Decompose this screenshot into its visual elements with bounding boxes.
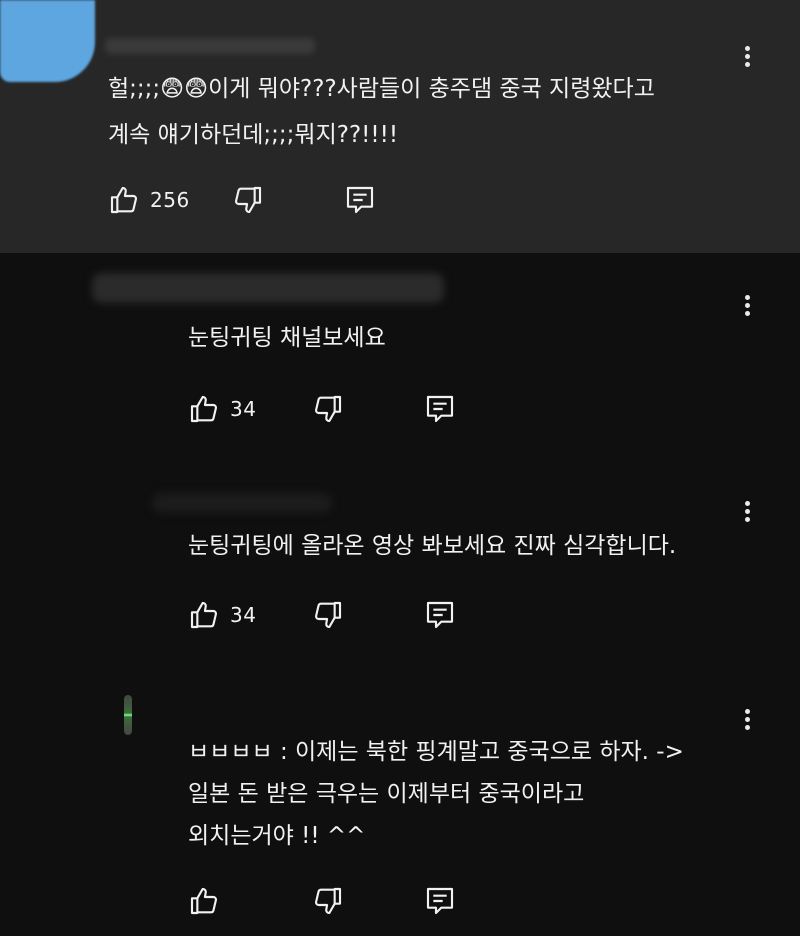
comment-item: 눈팅귀팅에 올라온 영상 봐보세요 진짜 심각합니다. 34 bbox=[0, 465, 800, 675]
thumbs-down-icon bbox=[314, 887, 342, 915]
comment-text: 눈팅귀팅에 올라온 영상 봐보세요 진짜 심각합니다. bbox=[188, 533, 677, 559]
more-options-button[interactable] bbox=[738, 293, 756, 323]
comment-item: ㅂㅂㅂㅂ : 이제는 북한 핑계말고 중국으로 하자. -> 일본 돈 받은 극… bbox=[0, 675, 800, 936]
dislike-button[interactable] bbox=[312, 393, 344, 425]
thumbs-down-icon bbox=[314, 601, 342, 629]
like-count: 34 bbox=[230, 397, 257, 421]
reply-button[interactable] bbox=[424, 599, 456, 631]
thumbs-up-icon bbox=[190, 601, 218, 629]
like-button[interactable] bbox=[188, 885, 230, 917]
thumbs-down-icon bbox=[314, 395, 342, 423]
thumbs-up-icon bbox=[190, 395, 218, 423]
comment-text: 헐;;;;😨😨이게 뭐야???사람들이 충주댐 중국 지령왔다고 계속 얘기하던… bbox=[108, 76, 655, 148]
dislike-button[interactable] bbox=[232, 184, 264, 216]
reply-button[interactable] bbox=[344, 184, 376, 216]
thumbs-up-icon bbox=[110, 186, 138, 214]
dislike-button[interactable] bbox=[312, 599, 344, 631]
like-button[interactable]: 256 bbox=[108, 184, 190, 216]
comment-item: 눈팅귀팅 채널보세요 34 bbox=[0, 253, 800, 465]
like-button[interactable]: 34 bbox=[188, 599, 256, 631]
comment-text: 눈팅귀팅 채널보세요 bbox=[188, 325, 386, 351]
redacted-avatar bbox=[0, 0, 95, 82]
reply-comment-icon bbox=[346, 186, 374, 214]
more-options-button[interactable] bbox=[738, 707, 756, 737]
reply-button[interactable] bbox=[424, 393, 456, 425]
thumbs-down-icon bbox=[234, 186, 262, 214]
like-count: 256 bbox=[150, 188, 190, 212]
reply-comment-icon bbox=[426, 395, 454, 423]
like-count: 34 bbox=[230, 603, 257, 627]
comment-text: ㅂㅂㅂㅂ : 이제는 북한 핑계말고 중국으로 하자. -> 일본 돈 받은 극… bbox=[188, 739, 684, 849]
redacted-username bbox=[152, 493, 332, 513]
like-button[interactable]: 34 bbox=[188, 393, 256, 425]
reply-comment-icon bbox=[426, 601, 454, 629]
reply-button[interactable] bbox=[424, 885, 456, 917]
reply-comment-icon bbox=[426, 887, 454, 915]
comment-item-highlighted: 헐;;;;😨😨이게 뭐야???사람들이 충주댐 중국 지령왔다고 계속 얘기하던… bbox=[0, 0, 800, 253]
redacted-username bbox=[92, 273, 444, 303]
thumbs-up-icon bbox=[190, 887, 218, 915]
redacted-username bbox=[105, 38, 315, 54]
redacted-avatar bbox=[124, 695, 132, 735]
dislike-button[interactable] bbox=[312, 885, 344, 917]
